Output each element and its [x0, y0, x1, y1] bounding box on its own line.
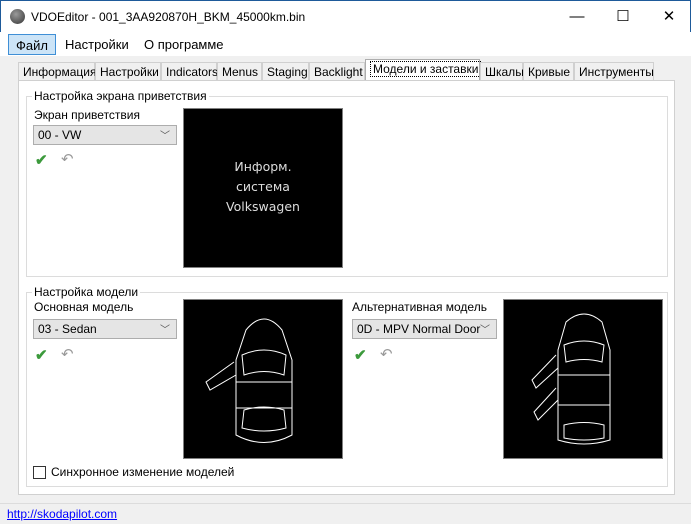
undo-icon[interactable]: ↶ [380, 345, 393, 363]
undo-icon[interactable]: ↶ [61, 150, 74, 168]
welcome-label: Экран приветствия [34, 108, 141, 122]
main-model-select[interactable]: 03 - Sedan ﹀ [33, 319, 177, 339]
car-sedan-image [205, 318, 293, 443]
alt-model-preview [503, 299, 663, 459]
tab-scales[interactable]: Шкалы [480, 62, 524, 81]
welcome-preview: Информ. система Volkswagen [183, 108, 343, 268]
main-model-label: Основная модель [34, 300, 134, 314]
screen-line: Информ. [234, 159, 292, 174]
car-mpv-image [531, 313, 611, 445]
main-model-preview [183, 299, 343, 459]
tab-tools[interactable]: Инструменты [574, 62, 654, 81]
status-bar: http://skodapilot.com [0, 503, 691, 524]
tab-menus[interactable]: Menus [217, 62, 262, 81]
chevron-down-icon: ﹀ [160, 325, 170, 336]
tab-label: Модели и заставки [370, 61, 482, 77]
menu-settings[interactable]: Настройки [58, 34, 136, 55]
sync-models-label: Синхронное изменение моделей [51, 465, 235, 479]
welcome-select-value: 00 - VW [38, 128, 82, 142]
maximize-button[interactable]: ☐ [600, 1, 646, 33]
apply-icon[interactable]: ✔ [35, 151, 48, 169]
tab-settings[interactable]: Настройки [95, 62, 161, 81]
menu-file[interactable]: Файл [8, 34, 56, 55]
alt-model-value: 0D - MPV Normal Door [357, 322, 481, 336]
checkbox[interactable] [33, 465, 46, 479]
tab-curves[interactable]: Кривые [523, 62, 574, 81]
chevron-down-icon: ﹀ [480, 325, 490, 336]
welcome-select[interactable]: 00 - VW ﹀ [33, 125, 177, 145]
menu-bar: Файл Настройки О программе [0, 32, 691, 56]
tab-models-screens[interactable]: Модели и заставки [365, 59, 482, 81]
screen-line: система [236, 179, 290, 194]
tab-backlight[interactable]: Backlight [309, 62, 365, 81]
close-button[interactable]: ✕ [646, 1, 691, 33]
welcome-group [26, 96, 668, 277]
alt-model-label: Альтернативная модель [352, 300, 487, 314]
window-title: VDOEditor - 001_3AA920870H_BKM_45000km.b… [31, 10, 306, 24]
minimize-button[interactable]: — [554, 1, 600, 33]
tab-page: Настройка экрана приветствия Экран приве… [18, 80, 675, 495]
model-group-title: Настройка модели [32, 285, 141, 299]
main-model-value: 03 - Sedan [38, 322, 97, 336]
welcome-screen-text: Информ. система Volkswagen [184, 157, 342, 217]
sync-models-checkbox[interactable]: Синхронное изменение моделей [33, 465, 234, 479]
title-bar: VDOEditor - 001_3AA920870H_BKM_45000km.b… [0, 0, 691, 32]
alt-model-select[interactable]: 0D - MPV Normal Door ﹀ [352, 319, 497, 339]
welcome-group-title: Настройка экрана приветствия [32, 89, 209, 103]
apply-icon[interactable]: ✔ [354, 346, 367, 364]
app-icon [10, 9, 25, 24]
tab-info[interactable]: Информация [18, 62, 96, 81]
undo-icon[interactable]: ↶ [61, 345, 74, 363]
chevron-down-icon: ﹀ [160, 131, 170, 142]
screen-line: Volkswagen [226, 199, 300, 214]
apply-icon[interactable]: ✔ [35, 346, 48, 364]
menu-about[interactable]: О программе [137, 34, 231, 55]
tab-indicators[interactable]: Indicators [161, 62, 218, 81]
tab-staging[interactable]: Staging [262, 62, 309, 81]
website-link[interactable]: http://skodapilot.com [7, 507, 117, 521]
